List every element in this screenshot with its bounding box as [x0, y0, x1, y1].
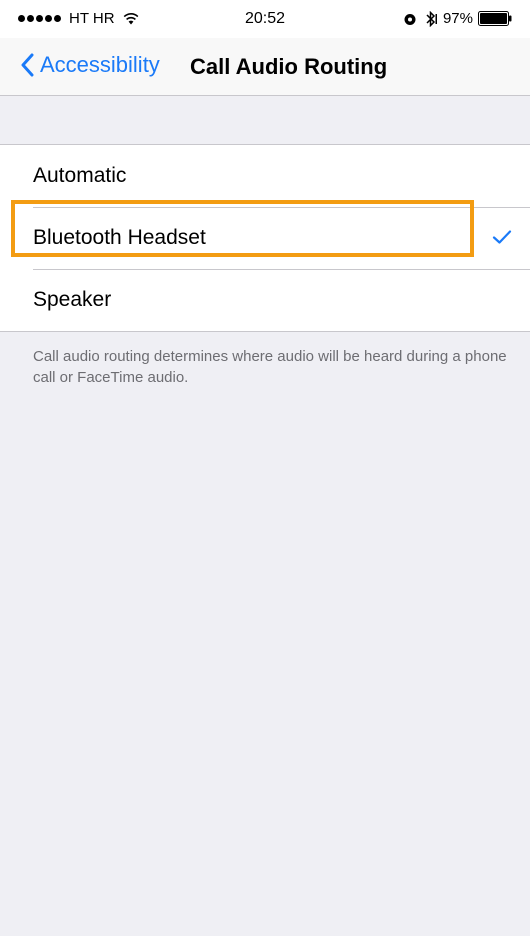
alarm-icon: [404, 13, 416, 25]
screen: HT HR 20:52 97% Accessibility Call Audio…: [0, 0, 530, 936]
back-button-label: Accessibility: [40, 52, 160, 77]
battery-icon: [478, 11, 512, 26]
option-speaker[interactable]: Speaker: [0, 269, 530, 331]
navigation-bar: Accessibility Call Audio Routing: [0, 38, 530, 96]
option-label: Bluetooth Headset: [33, 226, 206, 249]
back-button[interactable]: Accessibility: [20, 52, 160, 78]
option-automatic[interactable]: Automatic: [0, 145, 530, 207]
option-label: Speaker: [33, 288, 112, 311]
routing-options-list: Automatic Bluetooth Headset Speaker: [0, 144, 530, 332]
status-right: 97%: [403, 10, 512, 27]
checkmark-icon: [492, 230, 512, 244]
option-bluetooth-headset[interactable]: Bluetooth Headset: [0, 207, 530, 269]
battery-percent: 97%: [442, 10, 473, 27]
status-bar: HT HR 20:52 97%: [0, 0, 530, 38]
option-label: Automatic: [33, 164, 127, 187]
bluetooth-icon: [426, 10, 437, 27]
routing-description: Call audio routing determines where audi…: [33, 348, 507, 386]
settings-content: Automatic Bluetooth Headset Speaker Call…: [0, 96, 530, 936]
page-title: Call Audio Routing: [190, 54, 388, 79]
chevron-left-icon: [21, 53, 34, 77]
